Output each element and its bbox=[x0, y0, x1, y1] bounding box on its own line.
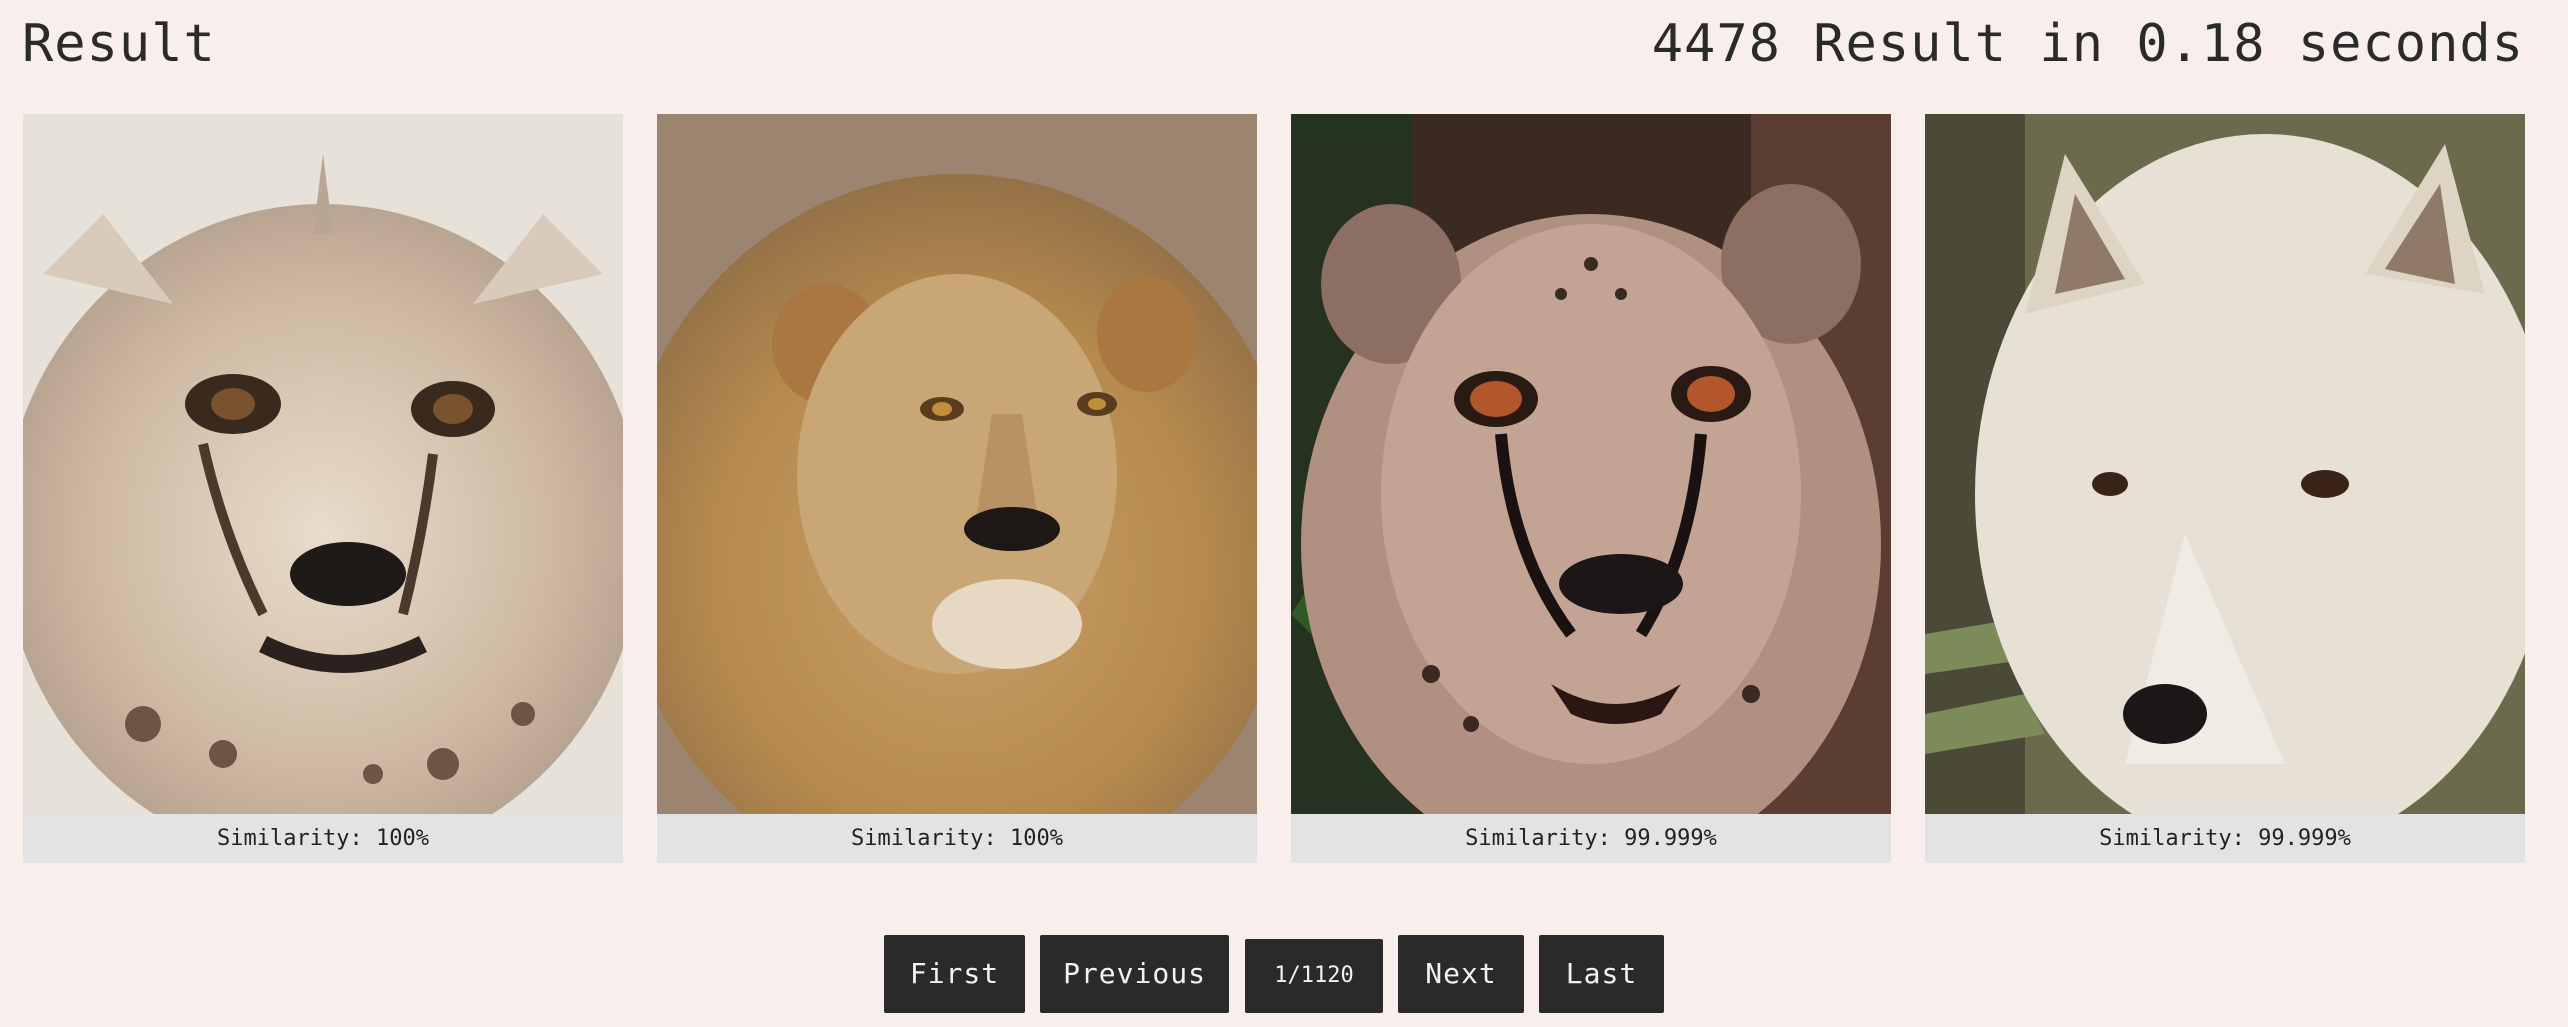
similarity-label: Similarity: 99.999% bbox=[1925, 814, 2525, 863]
similarity-label: Similarity: 100% bbox=[23, 814, 623, 863]
last-page-button[interactable]: Last bbox=[1539, 935, 1664, 1013]
result-image[interactable] bbox=[1291, 114, 1891, 814]
similarity-label: Similarity: 99.999% bbox=[1291, 814, 1891, 863]
similarity-label: Similarity: 100% bbox=[657, 814, 1257, 863]
pagination: First Previous 1/1120 Next Last bbox=[0, 935, 2568, 1013]
next-page-button[interactable]: Next bbox=[1398, 935, 1524, 1013]
first-page-button[interactable]: First bbox=[884, 935, 1025, 1013]
results-grid: Similarity: 100% Similarity: 100% Simila… bbox=[23, 114, 2525, 864]
result-card[interactable]: Similarity: 100% bbox=[23, 114, 623, 863]
page-title: Result bbox=[22, 14, 216, 74]
result-card[interactable]: Similarity: 99.999% bbox=[1925, 114, 2525, 863]
result-card[interactable]: Similarity: 100% bbox=[657, 114, 1257, 863]
result-image[interactable] bbox=[23, 114, 623, 814]
result-image[interactable] bbox=[1925, 114, 2525, 814]
page-indicator: 1/1120 bbox=[1245, 939, 1383, 1013]
previous-page-button[interactable]: Previous bbox=[1040, 935, 1229, 1013]
result-stats: 4478 Result in 0.18 seconds bbox=[1651, 14, 2524, 74]
header: Result 4478 Result in 0.18 seconds bbox=[0, 0, 2568, 90]
result-card[interactable]: Similarity: 99.999% bbox=[1291, 114, 1891, 863]
result-image[interactable] bbox=[657, 114, 1257, 814]
